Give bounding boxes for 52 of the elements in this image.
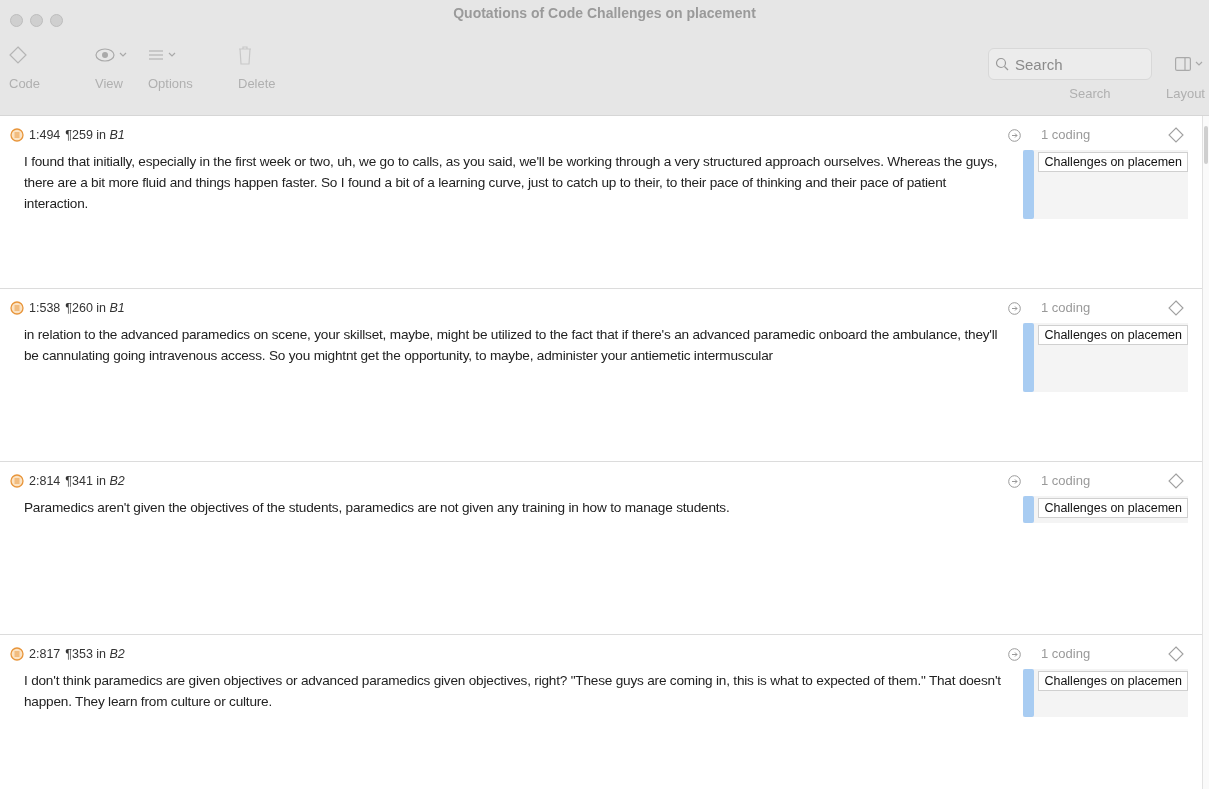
quotation-location: ¶341 in B2	[65, 473, 125, 490]
list-icon	[148, 49, 164, 61]
window-minimize-button[interactable]	[30, 13, 43, 27]
quotation-location: ¶259 in B1	[65, 127, 125, 144]
window-close-button[interactable]	[10, 13, 23, 27]
diamond-icon[interactable]	[1168, 300, 1184, 316]
diamond-icon[interactable]	[1168, 127, 1184, 143]
trash-icon	[238, 45, 252, 65]
coding-count: 1 coding	[1041, 645, 1091, 664]
quotation-id: 2:814	[29, 473, 61, 490]
quotation-icon	[10, 647, 24, 662]
go-to-icon[interactable]	[1008, 128, 1021, 142]
quotation-text: I don't think paramedics are given objectives or advanced paramedics given objectives, right? "These guys are coming in, this is what to expected of them." That doesn't happen. They learn from culture or culture.	[24, 671, 1002, 711]
diamond-icon[interactable]	[1168, 646, 1184, 662]
quotation-icon	[10, 128, 24, 143]
chevron-down-icon	[1195, 61, 1203, 67]
search-icon	[994, 57, 1009, 71]
code-tag[interactable]: Challenges on placemen	[1038, 498, 1188, 518]
coding-count: 1 coding	[1041, 299, 1091, 318]
chevron-down-icon	[168, 52, 176, 58]
quotation-location: ¶353 in B2	[65, 646, 125, 663]
quotation-id: 1:538	[29, 300, 61, 317]
quotation-text: in relation to the advanced paramedics on scene, your skillset, maybe, might be utilized to the fact that if there's an advanced paramedic onboard the ambulance, they'll be cannulating going intravenous access. So you mightnt get the opportunity, to maybe, administer your antiemetic intermuscular	[24, 325, 999, 365]
eye-icon	[95, 48, 115, 62]
quotation-row[interactable]: 2:814 ¶341 in B2 Paramedics aren't given the objectives of the students, paramedics are not given any training in how to manage students. 1 coding Challenges on placemen	[0, 462, 1202, 635]
chevron-down-icon	[119, 52, 127, 58]
window-title: Quotations of Code Challenges on placement	[453, 3, 756, 23]
window-zoom-button[interactable]	[50, 13, 63, 27]
quotation-location: ¶260 in B1	[65, 300, 125, 317]
code-tag[interactable]: Challenges on placemen	[1038, 152, 1188, 172]
go-to-icon[interactable]	[1008, 647, 1021, 661]
coding-bar	[1023, 669, 1035, 717]
code-tag[interactable]: Challenges on placemen	[1038, 671, 1188, 691]
coding-count: 1 coding	[1041, 126, 1091, 145]
quotation-icon	[10, 474, 24, 489]
quotation-icon	[10, 301, 24, 316]
coding-bar	[1023, 323, 1035, 392]
quotation-text: Paramedics aren't given the objectives of the students, paramedics are not given any training in how to manage students.	[24, 498, 731, 517]
code-tag[interactable]: Challenges on placemen	[1038, 325, 1188, 345]
go-to-icon[interactable]	[1008, 474, 1021, 488]
coding-bar	[1023, 150, 1035, 219]
scrollbar[interactable]	[1202, 116, 1209, 789]
diamond-icon[interactable]	[1168, 473, 1184, 489]
quotation-id: 2:817	[29, 646, 61, 663]
quotation-text: I found that initially, especially in the first week or two, uh, we go to calls, as you said, we'll be working through a very structured approach ourselves. Whereas the guys, there are a bit more fluid and things happen faster. So I found a bit of a learning curve, just to catch up to their, to their pace of thinking and their pace of patient interaction.	[24, 152, 999, 213]
quotation-id: 1:494	[29, 127, 61, 144]
sidebar-panel-icon	[1175, 57, 1191, 71]
diamond-icon	[9, 46, 27, 64]
coding-bar	[1023, 496, 1035, 523]
coding-count: 1 coding	[1041, 472, 1091, 491]
go-to-icon[interactable]	[1008, 301, 1021, 315]
search-field[interactable]: Search	[987, 48, 1152, 80]
